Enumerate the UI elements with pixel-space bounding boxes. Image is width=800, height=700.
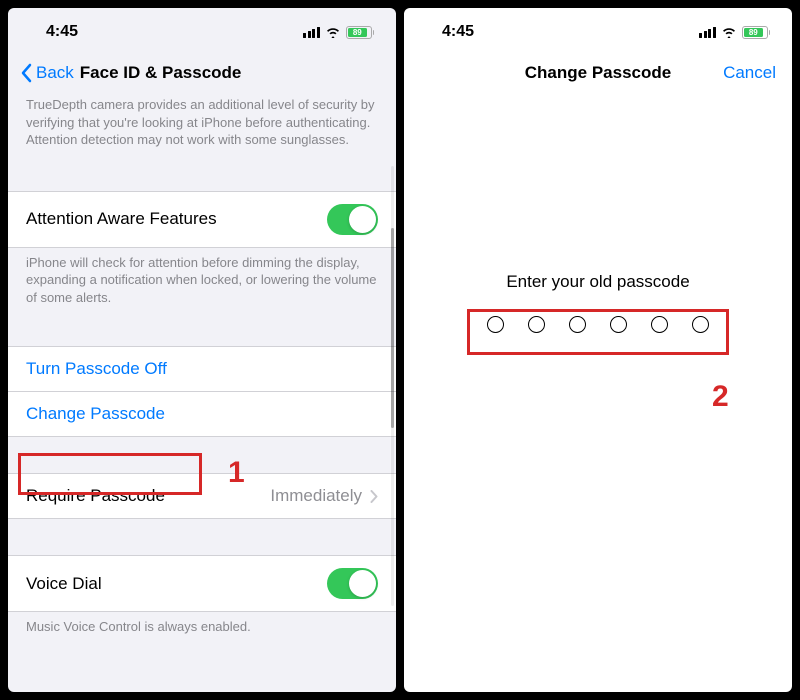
passcode-dots[interactable]	[487, 316, 709, 333]
wifi-icon	[721, 26, 737, 38]
chevron-right-icon	[370, 490, 378, 503]
phone-screen-right: 4:45 89 Change Passcode Cancel Enter you…	[404, 8, 792, 692]
voice-dial-toggle[interactable]	[327, 568, 378, 599]
page-title: Face ID & Passcode	[80, 63, 242, 83]
scroll-thumb[interactable]	[391, 228, 394, 428]
cellular-signal-icon	[699, 26, 716, 38]
phone-screen-left: 4:45 89 Back Face ID & Passcode TrueDept…	[8, 8, 396, 692]
attention-footer: iPhone will check for attention before d…	[8, 248, 396, 319]
battery-percent: 89	[348, 28, 368, 37]
back-label: Back	[36, 63, 74, 83]
battery-percent: 89	[744, 28, 764, 37]
passcode-dot	[487, 316, 504, 333]
back-button[interactable]: Back	[20, 63, 74, 83]
attention-aware-label: Attention Aware Features	[26, 209, 217, 229]
status-icons: 89	[699, 26, 770, 39]
battery-icon: 89	[742, 26, 771, 39]
status-bar: 4:45 89	[8, 8, 396, 52]
passcode-dot	[692, 316, 709, 333]
cancel-button[interactable]: Cancel	[723, 63, 776, 83]
attention-aware-toggle[interactable]	[327, 204, 378, 235]
voice-dial-row: Voice Dial	[8, 555, 396, 612]
passcode-dot	[569, 316, 586, 333]
passcode-entry: Enter your old passcode	[404, 96, 792, 333]
passcode-dot	[651, 316, 668, 333]
status-time: 4:45	[46, 23, 78, 41]
status-bar: 4:45 89	[404, 8, 792, 52]
change-passcode-row[interactable]: Change Passcode	[8, 392, 396, 437]
cellular-signal-icon	[303, 26, 320, 38]
passcode-dot	[528, 316, 545, 333]
turn-passcode-off-row[interactable]: Turn Passcode Off	[8, 346, 396, 392]
enter-passcode-label: Enter your old passcode	[506, 272, 689, 292]
page-title: Change Passcode	[525, 63, 671, 83]
status-time: 4:45	[442, 23, 474, 41]
voice-dial-label: Voice Dial	[26, 574, 102, 594]
attention-aware-row: Attention Aware Features	[8, 191, 396, 248]
settings-content: TrueDepth camera provides an additional …	[8, 96, 396, 692]
voice-dial-footer: Music Voice Control is always enabled.	[8, 612, 396, 648]
chevron-left-icon	[20, 63, 32, 83]
annotation-step-2: 2	[712, 380, 729, 414]
require-passcode-row[interactable]: Require Passcode Immediately	[8, 473, 396, 519]
nav-bar: Change Passcode Cancel	[404, 52, 792, 96]
require-passcode-value: Immediately	[270, 486, 362, 506]
nav-bar: Back Face ID & Passcode	[8, 52, 396, 96]
require-passcode-label: Require Passcode	[26, 486, 165, 506]
battery-icon: 89	[346, 26, 375, 39]
passcode-dot	[610, 316, 627, 333]
turn-passcode-off-label: Turn Passcode Off	[26, 359, 167, 379]
status-icons: 89	[303, 26, 374, 39]
change-passcode-label: Change Passcode	[26, 404, 165, 424]
truedepth-footer: TrueDepth camera provides an additional …	[8, 96, 396, 161]
wifi-icon	[325, 26, 341, 38]
